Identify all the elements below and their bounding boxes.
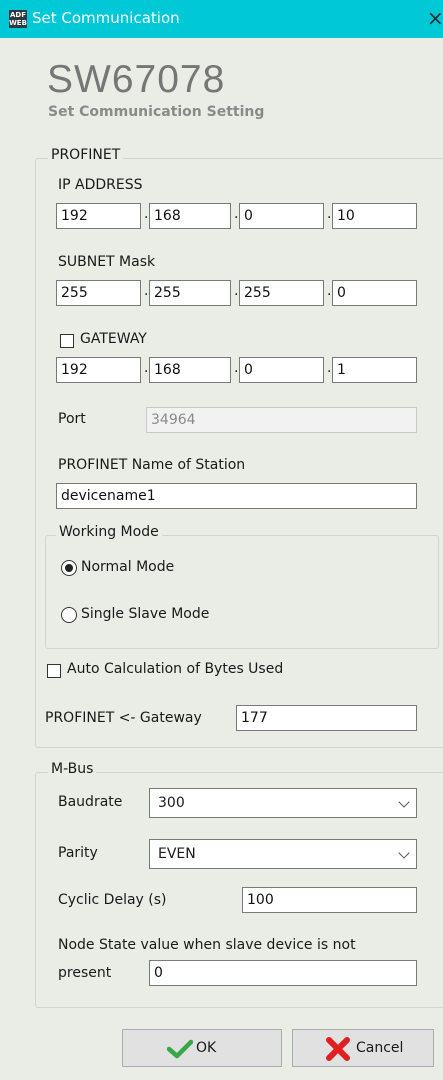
ok-label: OK xyxy=(196,1040,217,1056)
page-subtitle: Set Communication Setting xyxy=(48,104,265,120)
chevron-down-icon xyxy=(398,796,410,808)
node-state-label-line1: Node State value when slave device is no… xyxy=(58,937,356,953)
gateway-dot: . xyxy=(327,360,332,376)
gateway-octet-3[interactable]: 0 xyxy=(239,357,324,383)
to-gateway-input[interactable]: 177 xyxy=(236,705,417,731)
cancel-label: Cancel xyxy=(356,1040,404,1056)
ip-address-label: IP ADDRESS xyxy=(58,177,143,193)
port-input: 34964 xyxy=(146,407,417,433)
subnet-octet-3[interactable]: 255 xyxy=(239,280,324,306)
gateway-dot: . xyxy=(144,360,149,376)
port-label: Port xyxy=(58,411,86,427)
single-slave-mode-radio[interactable] xyxy=(61,607,77,623)
gateway-octet-1[interactable]: 192 xyxy=(56,357,141,383)
gateway-label: GATEWAY xyxy=(80,331,147,347)
auto-calc-label: Auto Calculation of Bytes Used xyxy=(67,661,284,677)
parity-value: EVEN xyxy=(158,846,196,862)
working-mode-legend: Working Mode xyxy=(56,524,162,540)
gateway-octet-2[interactable]: 168 xyxy=(149,357,231,383)
ok-button[interactable]: OK xyxy=(122,1029,282,1067)
subnet-octet-1[interactable]: 255 xyxy=(56,280,141,306)
cancel-button[interactable]: Cancel xyxy=(292,1029,434,1067)
checkmark-icon xyxy=(167,1039,193,1059)
profinet-group xyxy=(35,158,443,748)
station-name-label: PROFINET Name of Station xyxy=(58,457,246,473)
gateway-dot: . xyxy=(234,360,239,376)
ip-octet-2[interactable]: 168 xyxy=(149,203,231,229)
working-mode-group xyxy=(45,535,439,649)
cyclic-delay-label: Cyclic Delay (s) xyxy=(58,892,167,908)
baudrate-label: Baudrate xyxy=(58,794,123,810)
to-gateway-label: PROFINET <- Gateway xyxy=(45,710,202,726)
node-state-input[interactable]: 0 xyxy=(149,960,417,986)
subnet-dot: . xyxy=(327,283,332,299)
single-slave-mode-label: Single Slave Mode xyxy=(81,606,210,622)
parity-label: Parity xyxy=(58,845,98,861)
radio-selected-dot xyxy=(65,564,73,572)
ip-dot: . xyxy=(327,206,332,222)
close-icon[interactable]: × xyxy=(427,6,443,30)
ip-octet-3[interactable]: 0 xyxy=(239,203,324,229)
subnet-octet-4[interactable]: 0 xyxy=(332,280,417,306)
cyclic-delay-input[interactable]: 100 xyxy=(242,887,417,913)
gateway-octet-4[interactable]: 1 xyxy=(332,357,417,383)
subnet-dot: . xyxy=(144,283,149,299)
ip-octet-4[interactable]: 10 xyxy=(332,203,417,229)
normal-mode-radio[interactable] xyxy=(61,560,77,576)
profinet-legend: PROFINET xyxy=(48,147,124,163)
gateway-checkbox[interactable] xyxy=(60,334,74,348)
subnet-mask-label: SUBNET Mask xyxy=(58,254,156,270)
ip-octet-1[interactable]: 192 xyxy=(56,203,141,229)
node-state-label-line2: present xyxy=(58,965,112,981)
ip-dot: . xyxy=(234,206,239,222)
auto-calc-checkbox[interactable] xyxy=(47,664,61,678)
baudrate-value: 300 xyxy=(158,795,185,811)
station-name-input[interactable]: devicename1 xyxy=(56,483,417,509)
app-icon: ADF WEB xyxy=(9,10,27,28)
model-title: SW67078 xyxy=(47,58,226,101)
subnet-dot: . xyxy=(234,283,239,299)
title-bar: ADF WEB Set Communication × xyxy=(0,0,443,38)
subnet-octet-2[interactable]: 255 xyxy=(149,280,231,306)
chevron-down-icon xyxy=(398,847,410,859)
mbus-legend: M-Bus xyxy=(48,761,97,777)
normal-mode-label: Normal Mode xyxy=(81,559,175,575)
baudrate-select[interactable]: 300 xyxy=(149,788,417,818)
cancel-x-icon xyxy=(326,1037,350,1061)
ip-dot: . xyxy=(144,206,149,222)
window-title: Set Communication xyxy=(32,9,180,27)
parity-select[interactable]: EVEN xyxy=(149,839,417,869)
